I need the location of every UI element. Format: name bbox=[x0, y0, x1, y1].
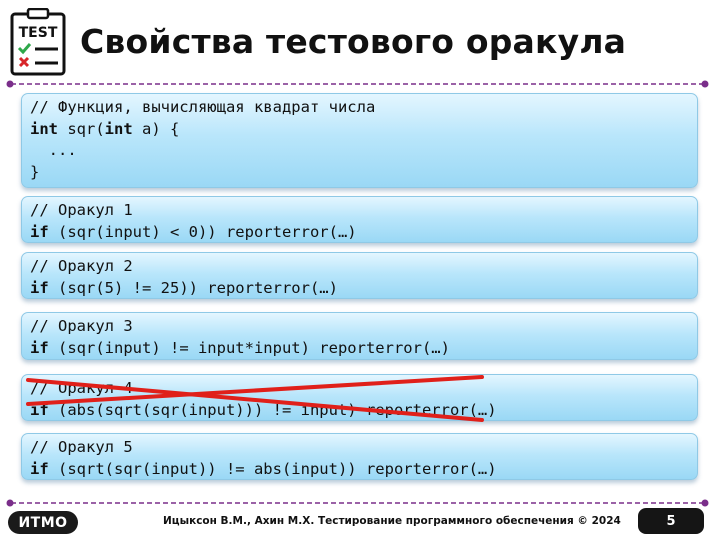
code-line: if (sqrt(sqr(input)) != abs(input)) repo… bbox=[30, 459, 687, 481]
test-logo-text: TEST bbox=[19, 25, 58, 41]
code-text: (sqrt(sqr(input)) != abs(input)) reporte… bbox=[48, 459, 497, 478]
code-text: // Оракул 1 bbox=[30, 201, 133, 219]
code-line: int sqr(int a) { bbox=[30, 119, 687, 141]
code-line: ... bbox=[30, 140, 687, 162]
code-text: // Оракул 3 bbox=[30, 317, 133, 335]
code-block-oracle-1: // Оракул 1 if (sqr(input) < 0)) reporter… bbox=[21, 196, 698, 243]
code-line: if (sqr(input) != input*input) reporterr… bbox=[30, 338, 687, 360]
code-keyword: if bbox=[30, 222, 49, 241]
code-text: // Оракул 4 bbox=[30, 379, 133, 397]
code-text: (sqr(5) != 25)) reporterror(…) bbox=[48, 278, 338, 297]
code-block-oracle-4: // Оракул 4 if (abs(sqrt(sqr(input))) != … bbox=[21, 374, 698, 421]
page-number: 5 bbox=[638, 508, 704, 534]
code-text: // Оракул 5 bbox=[30, 438, 133, 456]
code-line: // Оракул 1 bbox=[30, 200, 687, 222]
code-text: ... bbox=[30, 141, 77, 159]
code-text: (sqr(input) != input*input) reporterror(… bbox=[48, 338, 450, 357]
code-keyword: if bbox=[30, 400, 49, 419]
code-line: // Оракул 4 bbox=[30, 378, 687, 400]
bottom-divider bbox=[6, 499, 709, 507]
page-title: Свойства тестового оракула bbox=[80, 22, 627, 61]
code-line: // Оракул 3 bbox=[30, 316, 687, 338]
test-checklist-icon: TEST bbox=[10, 8, 66, 76]
code-line: // Оракул 2 bbox=[30, 256, 687, 278]
code-text: (abs(sqrt(sqr(input))) != input) reporte… bbox=[48, 400, 497, 419]
code-line: // Функция, вычисляющая квадрат числа bbox=[30, 97, 687, 119]
code-block-oracle-3: // Оракул 3 if (sqr(input) != input*input… bbox=[21, 312, 698, 360]
code-line: if (sqr(input) < 0)) reporterror(…) bbox=[30, 222, 687, 244]
code-block-sqr-function: // Функция, вычисляющая квадрат числа int… bbox=[21, 93, 698, 188]
code-keyword: if bbox=[30, 338, 49, 357]
code-keyword: if bbox=[30, 459, 49, 478]
itmo-logo: ИТМО bbox=[8, 511, 78, 534]
code-text: // Функция, вычисляющая квадрат числа bbox=[30, 98, 376, 116]
code-line: if (abs(sqrt(sqr(input))) != input) repo… bbox=[30, 400, 687, 422]
code-block-oracle-2: // Оракул 2 if (sqr(5) != 25)) reporterro… bbox=[21, 252, 698, 299]
code-keyword: int bbox=[30, 119, 58, 138]
footer-credits: Ицыксон В.М., Ахин М.Х. Тестирование про… bbox=[163, 515, 621, 527]
code-line: if (sqr(5) != 25)) reporterror(…) bbox=[30, 278, 687, 300]
code-keyword: int bbox=[104, 119, 133, 138]
code-block-oracle-5: // Оракул 5 if (sqrt(sqr(input)) != abs(i… bbox=[21, 433, 698, 480]
code-text: } bbox=[30, 162, 40, 181]
top-divider bbox=[6, 80, 709, 88]
code-line: } bbox=[30, 162, 687, 184]
code-keyword: if bbox=[30, 278, 49, 297]
code-text: sqr( bbox=[58, 119, 105, 138]
code-text: a) { bbox=[132, 119, 180, 138]
code-line: // Оракул 5 bbox=[30, 437, 687, 459]
code-text: // Оракул 2 bbox=[30, 257, 133, 275]
code-text: (sqr(input) < 0)) reporterror(…) bbox=[48, 222, 357, 241]
